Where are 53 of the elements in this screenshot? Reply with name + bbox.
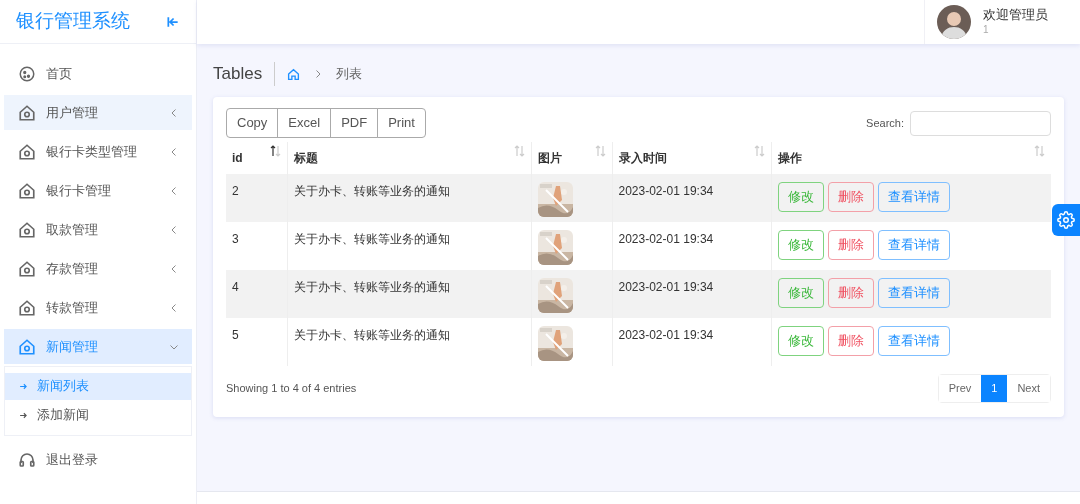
arrow-icon — [19, 411, 28, 420]
sidebar-item[interactable]: 取款管理 — [4, 212, 192, 247]
column-header[interactable]: id — [226, 142, 287, 174]
export-button[interactable]: Copy — [226, 108, 279, 138]
greeting-text: 欢迎管理员 — [983, 7, 1048, 24]
sidebar-item[interactable]: 转款管理 — [4, 290, 192, 325]
settings-button[interactable] — [1052, 204, 1080, 236]
table-cell: 4 — [226, 270, 287, 318]
export-button[interactable]: Print — [377, 108, 426, 138]
house-icon — [18, 337, 36, 356]
cookie-icon — [18, 64, 36, 83]
house-icon — [18, 181, 36, 200]
house-icon — [18, 259, 36, 278]
export-button[interactable]: PDF — [330, 108, 379, 138]
sidebar-item[interactable]: 退出登录 — [4, 442, 192, 477]
house-icon — [18, 103, 36, 122]
table-cell: 2 — [226, 174, 287, 222]
house-icon — [18, 142, 36, 161]
home-icon[interactable] — [287, 67, 301, 81]
table-cell: 关于办卡、转账等业务的通知 — [287, 222, 531, 270]
table-cell: 关于办卡、转账等业务的通知 — [287, 174, 531, 222]
avatar — [937, 5, 971, 39]
table-cell: 2023-02-01 19:34 — [612, 270, 771, 318]
table-cell: 2023-02-01 19:34 — [612, 222, 771, 270]
sidebar-item[interactable]: 用户管理 — [4, 95, 192, 130]
house-icon — [18, 220, 36, 239]
headset-icon — [18, 450, 36, 469]
sidebar-item[interactable]: 存款管理 — [4, 251, 192, 286]
arrow-icon — [19, 382, 28, 391]
sidebar-item[interactable]: 银行卡管理 — [4, 173, 192, 208]
delete-button[interactable]: 删除 — [827, 326, 874, 356]
user-id: 1 — [983, 23, 990, 37]
pagination-button[interactable]: 1 — [981, 375, 1008, 402]
table-cell: 关于办卡、转账等业务的通知 — [287, 318, 531, 366]
app-title: 银行管理系统 — [16, 9, 130, 34]
export-button[interactable]: Excel — [277, 108, 332, 138]
search-field[interactable] — [910, 110, 1051, 136]
table-cell: 2023-02-01 19:34 — [612, 174, 771, 222]
sidebar-item[interactable]: 银行卡类型管理 — [4, 134, 192, 169]
settings-icon — [1057, 211, 1075, 229]
table-cell: 5 — [226, 318, 287, 366]
page-title: Tables — [213, 62, 276, 86]
sidebar-item[interactable]: 首页 — [4, 56, 192, 91]
search-label: Search: — [866, 115, 904, 131]
collapse-icon[interactable] — [166, 14, 180, 29]
house-icon — [18, 298, 36, 317]
breadcrumb-item: 列表 — [336, 65, 363, 84]
table-cell: 关于办卡、转账等业务的通知 — [287, 270, 531, 318]
table-cell: 2023-02-01 19:34 — [612, 318, 771, 366]
entries-info: Showing 1 to 4 of 4 entries — [226, 381, 357, 397]
delete-button[interactable]: 删除 — [827, 230, 874, 260]
table-cell: 3 — [226, 222, 287, 270]
submenu-item[interactable]: 添加新闻 — [5, 402, 191, 429]
